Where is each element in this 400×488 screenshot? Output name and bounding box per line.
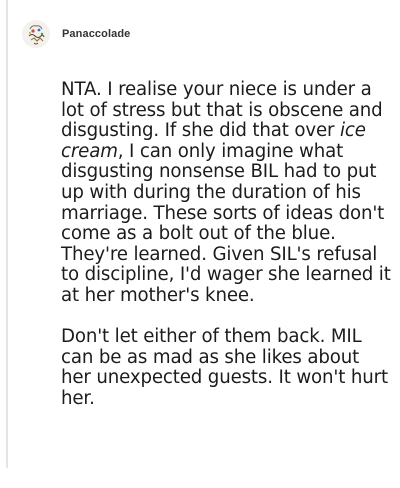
paragraph-text: NTA. I realise your niece is under a lot…: [61, 79, 383, 142]
thread-line[interactable]: [6, 0, 8, 468]
comment-paragraph: Don't let either of them back. MIL can b…: [61, 326, 388, 409]
comment-paragraph: NTA. I realise your niece is under a lot…: [61, 79, 391, 307]
comment-header: Panaccolade: [22, 16, 130, 52]
comment-card: Panaccolade NTA. I realise your niece is…: [0, 0, 400, 488]
comment-author[interactable]: Panaccolade: [62, 28, 130, 40]
paragraph-text: , I can only imagine what disgusting non…: [61, 140, 391, 306]
comment-body: NTA. I realise your niece is under a lot…: [61, 79, 391, 410]
avatar-icon[interactable]: [22, 20, 50, 48]
